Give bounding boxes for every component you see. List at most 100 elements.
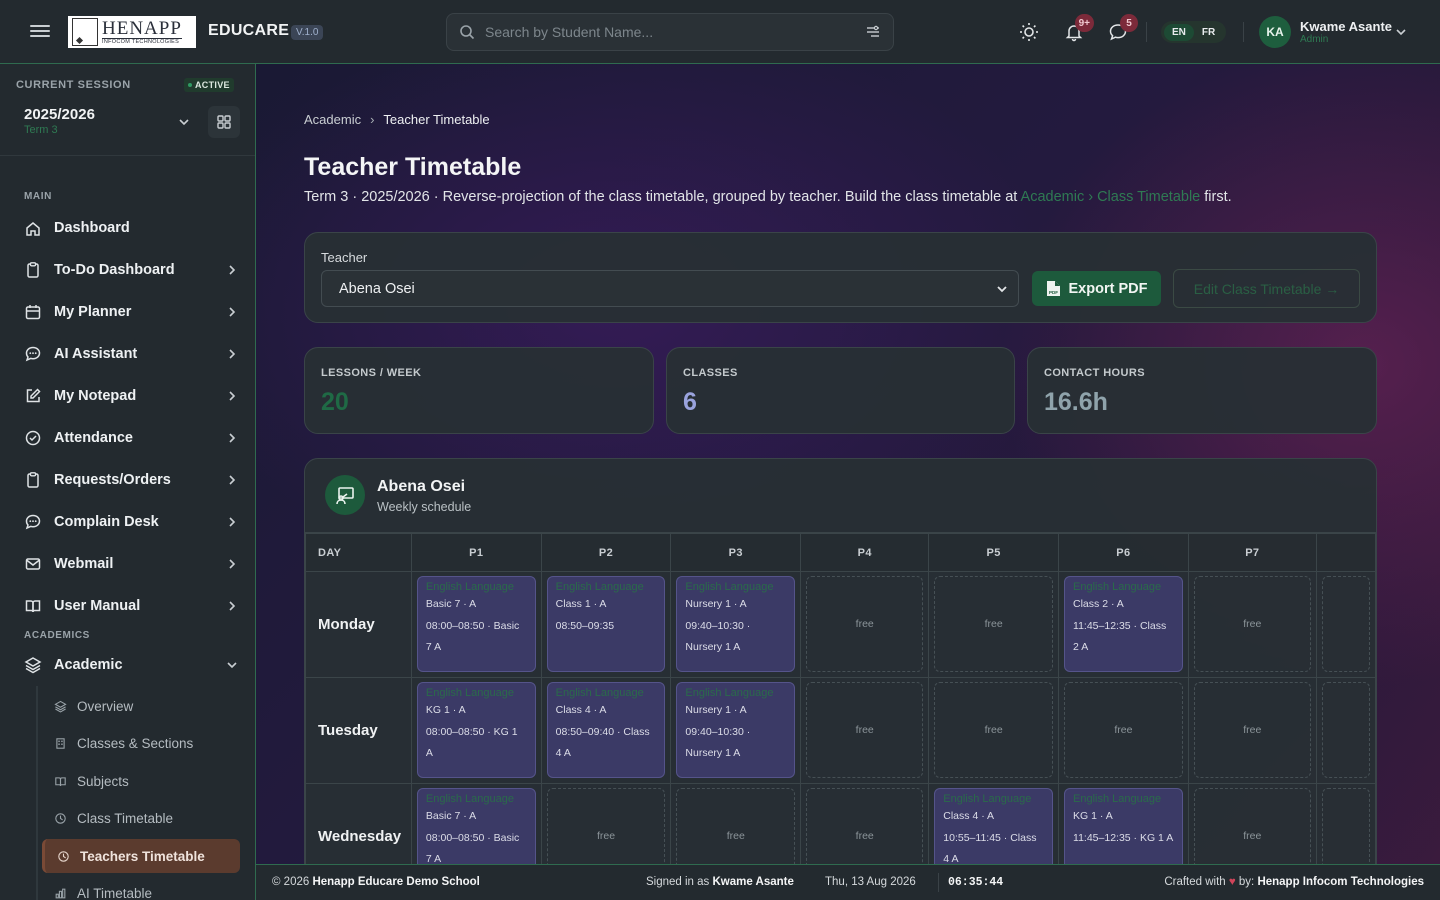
- divider: [1243, 22, 1244, 42]
- logo[interactable]: HENAPP INFOCOM TECHNOLOGIES: [68, 16, 196, 48]
- period-header: P1: [410, 533, 542, 572]
- sidebar-item-academic[interactable]: Academic: [24, 650, 240, 680]
- filter-icon[interactable]: [865, 24, 881, 40]
- sidebar-subitem-teachers-timetable[interactable]: Teachers Timetable: [42, 839, 240, 873]
- session-term: Term 3: [24, 124, 58, 136]
- description-text: Term 3 · 2025/2026 · Reverse-projection …: [304, 189, 1021, 205]
- lesson-card[interactable]: English Language Class 4 · A 08:50–09:40 ·…: [546, 682, 666, 778]
- sidebar-item-requests-orders[interactable]: Requests/Orders: [24, 465, 240, 495]
- lesson-card[interactable]: English Language Nursery 1 · A 09:40–10:30…: [676, 576, 796, 672]
- breadcrumb-link-academic[interactable]: Academic: [304, 112, 361, 127]
- signed-in-user: Kwame Asante: [712, 876, 794, 888]
- timetable-cell: free: [1187, 571, 1317, 678]
- chat-icon: [24, 345, 42, 363]
- lesson-subject: English Language: [685, 687, 774, 699]
- free-slot-overflow: [1321, 788, 1370, 864]
- sidebar-item-to-do-dashboard[interactable]: To-Do Dashboard: [24, 255, 240, 285]
- footer-signed-in: Signed in as Kwame Asante: [646, 876, 794, 888]
- free-slot: free: [1064, 682, 1183, 778]
- timetable-cell: [1315, 571, 1376, 678]
- sidebar-subitem-subjects[interactable]: Subjects: [42, 764, 240, 798]
- calendar-icon: [24, 303, 42, 321]
- sidebar-subitem-ai-timetable[interactable]: AI Timetable: [42, 877, 240, 900]
- stat-card-classes: CLASSES 6: [666, 347, 1015, 434]
- divider: [1146, 22, 1147, 42]
- lesson-class: Nursery 1 · A: [685, 704, 747, 716]
- sidebar-item-my-planner[interactable]: My Planner: [24, 297, 240, 327]
- menu-toggle-icon[interactable]: [30, 22, 50, 42]
- logo-subtext: INFOCOM TECHNOLOGIES: [102, 38, 180, 45]
- timetable-cell: English Language Class 2 · A 11:45–12:35 ·…: [1058, 571, 1189, 678]
- lesson-card[interactable]: English Language KG 1 · A 08:00–08:50 · KG…: [416, 682, 536, 778]
- lesson-card[interactable]: English Language KG 1 · A 11:45–12:35 · KG…: [1064, 788, 1183, 864]
- lesson-subject: English Language: [425, 793, 514, 805]
- version-badge: V.1.0: [291, 25, 324, 40]
- sidebar-item-label: Webmail: [54, 556, 114, 572]
- search-input[interactable]: [485, 24, 865, 40]
- sidebar-item-dashboard[interactable]: Dashboard: [24, 213, 240, 243]
- lesson-card[interactable]: English Language Class 2 · A 11:45–12:35 ·…: [1064, 576, 1183, 672]
- svg-text:PDF: PDF: [1049, 290, 1058, 295]
- notifications-button[interactable]: 9+: [1062, 14, 1094, 44]
- lesson-card[interactable]: English Language Nursery 1 · A 09:40–10:30…: [676, 682, 796, 778]
- lesson-card[interactable]: English Language Basic 7 · A 08:00–08:50 ·…: [416, 788, 536, 864]
- lesson-subject: English Language: [685, 581, 774, 593]
- sidebar-item-attendance[interactable]: Attendance: [24, 423, 240, 453]
- timetable-cell: English Language Class 4 · A 10:55–11:45 ·…: [928, 783, 1060, 864]
- lesson-class: Class 1 · A: [555, 598, 607, 610]
- apps-grid-button[interactable]: [208, 106, 240, 138]
- sidebar-item-my-notepad[interactable]: My Notepad: [24, 381, 240, 411]
- messages-button[interactable]: 5: [1106, 14, 1138, 44]
- session-year[interactable]: 2025/2026: [24, 106, 95, 123]
- class-timetable-link[interactable]: Academic › Class Timetable: [1021, 189, 1201, 205]
- sidebar-item-ai-assistant[interactable]: AI Assistant: [24, 339, 240, 369]
- timetable-cell: English Language Class 4 · A 08:50–09:40 ·…: [540, 677, 672, 784]
- book-icon: [24, 597, 42, 615]
- teacher-filter-card: Teacher Abena Osei PDF Export PDF Edit C…: [304, 232, 1377, 323]
- chevron-down-icon: [224, 657, 240, 673]
- theme-toggle-icon[interactable]: [1017, 20, 1041, 44]
- crafted-by-company[interactable]: Henapp Infocom Technologies: [1257, 876, 1424, 888]
- search-icon: [460, 25, 475, 40]
- free-slot-overflow: [1321, 682, 1370, 778]
- edit-class-timetable-button[interactable]: Edit Class Timetable →: [1173, 269, 1360, 308]
- period-header: P4: [800, 533, 930, 572]
- sidebar-item-label: Academic: [54, 657, 123, 673]
- sidebar-subitem-classes-sections[interactable]: Classes & Sections: [42, 727, 240, 761]
- timetable-cell: [1315, 783, 1376, 864]
- sidebar-item-complain-desk[interactable]: Complain Desk: [24, 507, 240, 537]
- user-name[interactable]: Kwame Asante: [1300, 19, 1392, 34]
- session-status-badge: ACTIVE: [184, 78, 234, 92]
- sidebar: CURRENT SESSION ACTIVE 2025/2026 Term 3 …: [0, 64, 256, 900]
- lesson-class: Basic 7 · A: [425, 598, 477, 610]
- footer-date: Thu, 13 Aug 2026: [825, 876, 916, 888]
- stat-label: LESSONS / WEEK: [321, 367, 422, 379]
- export-pdf-button[interactable]: PDF Export PDF: [1032, 271, 1161, 306]
- teacher-select[interactable]: Abena Osei: [321, 270, 1019, 307]
- lesson-card[interactable]: English Language Class 4 · A 10:55–11:45 ·…: [934, 788, 1054, 864]
- lesson-time: 10:55–11:45 · Class 4 A: [943, 832, 1037, 864]
- lesson-card[interactable]: English Language Class 1 · A 08:50–09:35: [546, 576, 666, 672]
- lesson-time: 08:00–08:50 · KG 1 A: [425, 726, 518, 759]
- chevron-right-icon: [224, 472, 240, 488]
- sidebar-item-webmail[interactable]: Webmail: [24, 549, 240, 579]
- stat-label: CLASSES: [683, 367, 738, 379]
- check-circle-icon: [24, 429, 42, 447]
- chevron-down-icon[interactable]: [1394, 25, 1408, 39]
- school-name: Henapp Educare Demo School: [312, 876, 480, 888]
- sidebar-subitem-label: Subjects: [77, 773, 129, 789]
- lesson-class: Class 2 · A: [1073, 598, 1124, 610]
- lang-fr-button[interactable]: FR: [1194, 24, 1223, 41]
- avatar[interactable]: KA: [1259, 16, 1291, 48]
- sidebar-subitem-overview[interactable]: Overview: [42, 689, 240, 723]
- chevron-down-icon[interactable]: [176, 114, 192, 130]
- sidebar-item-user-manual[interactable]: User Manual: [24, 591, 240, 621]
- teacher-board-icon: [325, 475, 365, 515]
- lesson-card[interactable]: English Language Basic 7 · A 08:00–08:50 ·…: [416, 576, 536, 672]
- lang-en-button[interactable]: EN: [1164, 23, 1194, 41]
- stat-label: CONTACT HOURS: [1044, 367, 1145, 379]
- lesson-subject: English Language: [1073, 793, 1162, 805]
- timetable-cell: free: [800, 677, 930, 784]
- sidebar-subitem-class-timetable[interactable]: Class Timetable: [42, 802, 240, 836]
- home-icon: [24, 219, 42, 237]
